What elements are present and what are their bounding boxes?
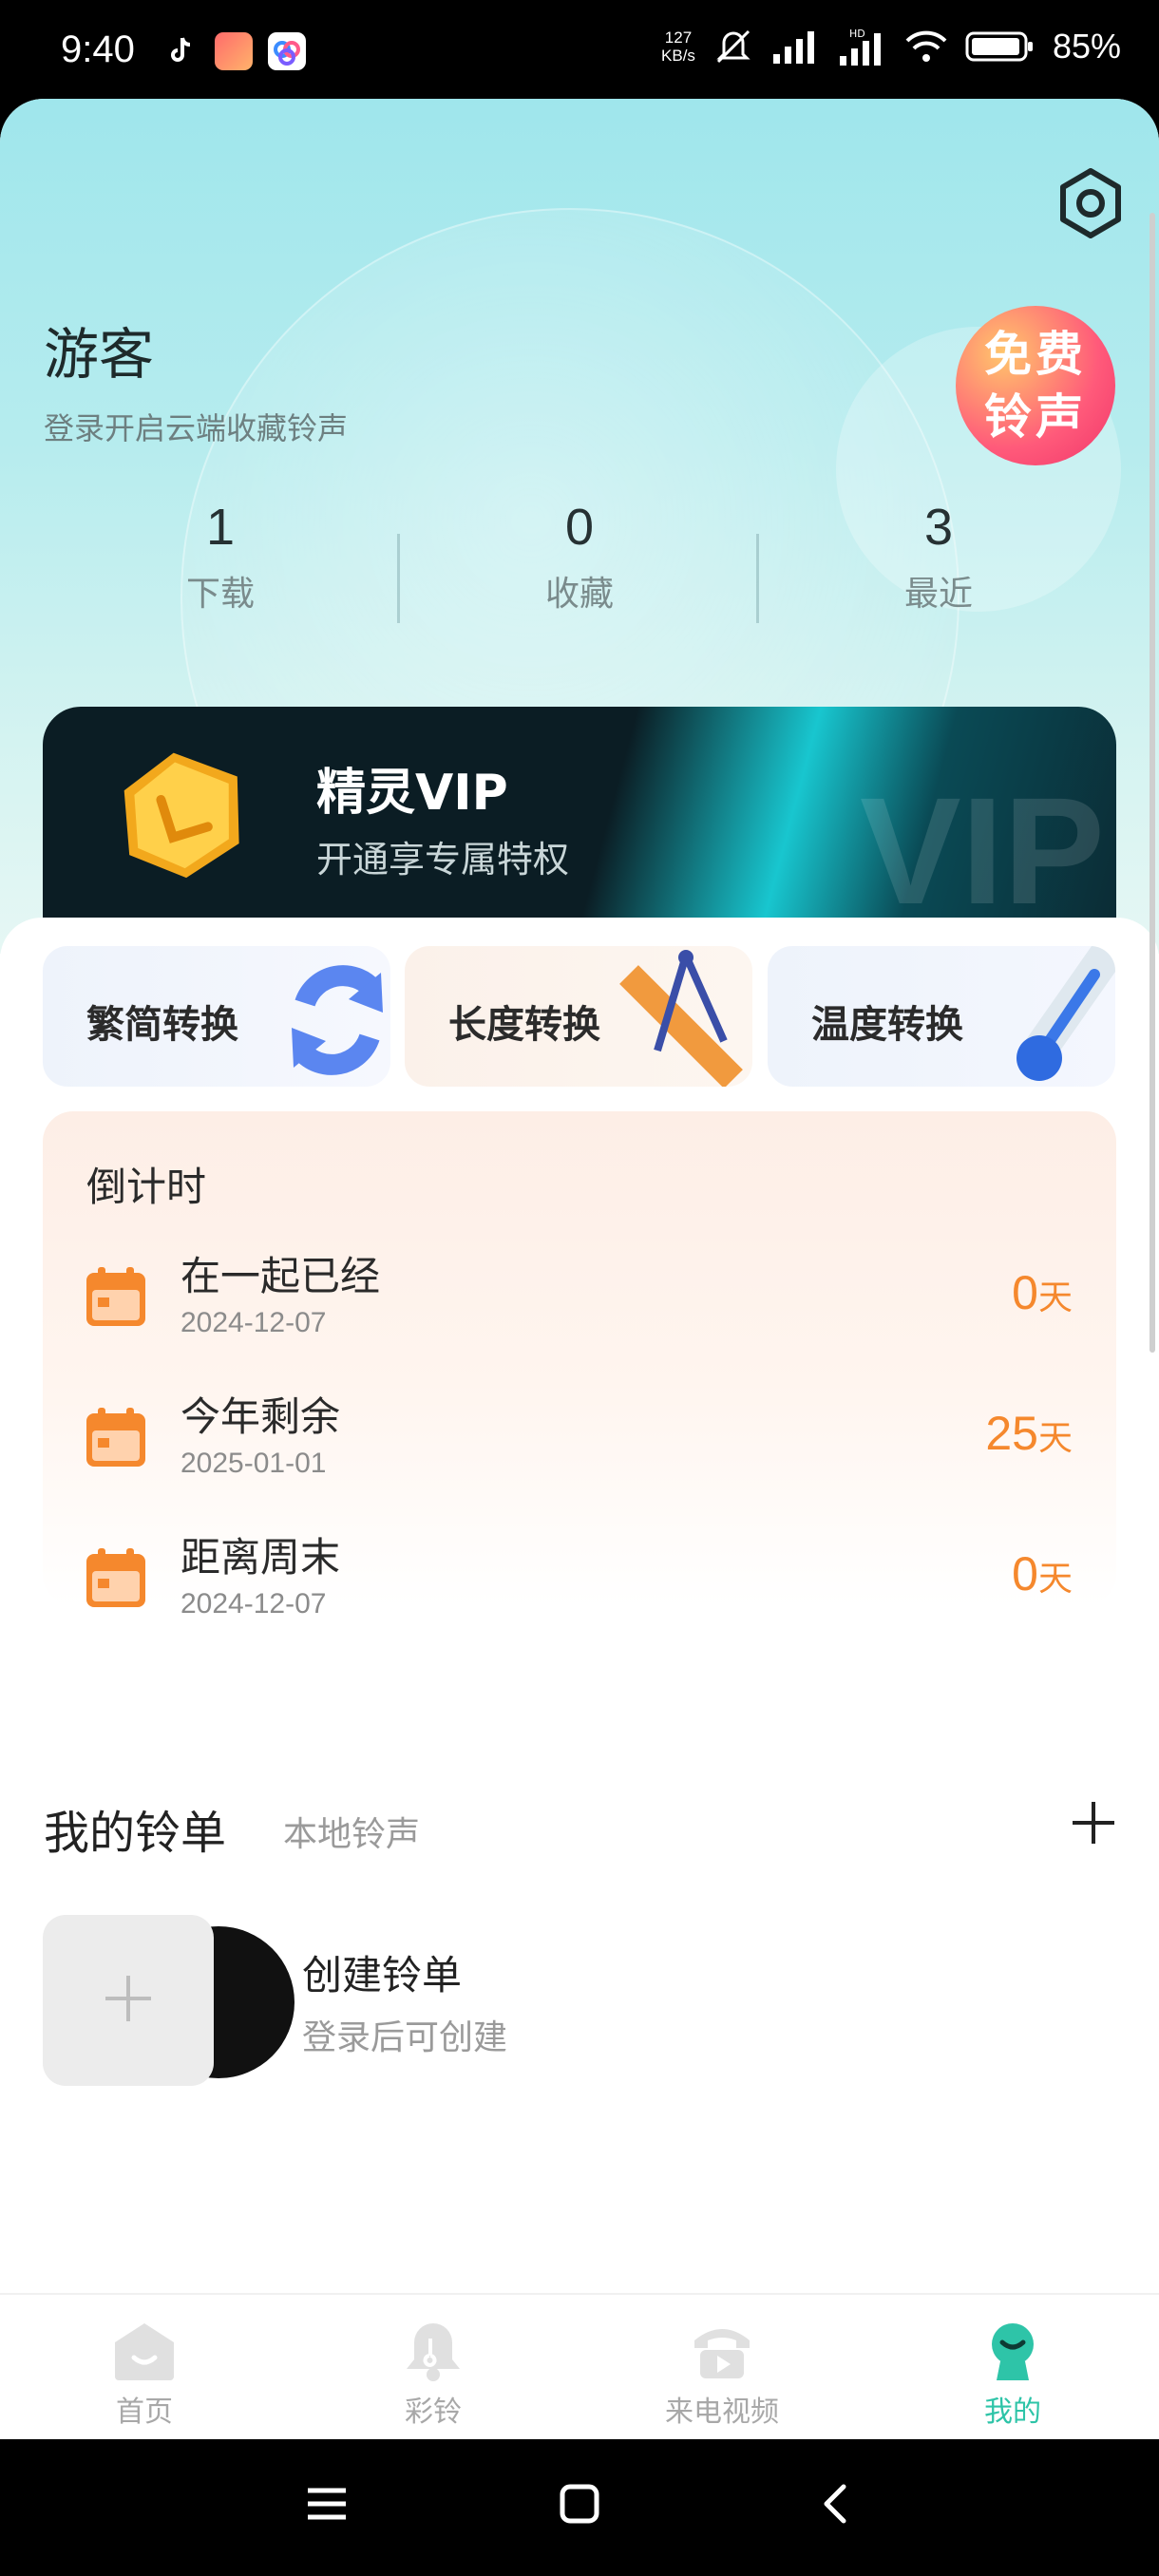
status-time: 9:40 [61,28,135,70]
tool-temperature[interactable]: 温度转换 [768,946,1115,1087]
stat-favorites[interactable]: 0 收藏 [466,498,694,616]
cloud-app-icon [268,32,306,70]
vip-title: 精灵VIP [316,765,508,822]
countdown-item[interactable]: 在一起已经 2024-12-07 0天 [43,1244,1116,1368]
free-ringtone-badge[interactable]: 免费 铃声 [956,306,1115,465]
battery-icon [965,31,1033,62]
content-sheet: 繁简转换 长度转换 温度转换 倒计时 在一起已经 2024-12-07 0天 今… [0,918,1159,2437]
game-app-icon [215,32,253,70]
thermometer-icon [1016,946,1115,1081]
battery-level: 85% [1052,27,1121,66]
username[interactable]: 游客 [44,310,154,389]
phone-video-icon [694,2329,750,2378]
tab-mine[interactable]: 我的 [918,2320,1108,2430]
stat-downloads[interactable]: 1 下载 [106,498,334,616]
svg-text:HD: HD [849,28,865,40]
plus-icon [105,1976,151,2021]
stats-divider [756,534,759,623]
net-speed: 127 KB/s [661,28,695,65]
home-icon [115,2323,174,2380]
stats-divider [397,534,400,623]
create-playlist-cover[interactable] [43,1915,214,2086]
bottom-tab-bar: 首页 彩铃 来电视频 我的 [0,2293,1159,2435]
signal-hd-icon: HD [839,28,881,66]
login-prompt[interactable]: 登录开启云端收藏铃声 [44,405,348,448]
home-square-icon[interactable] [559,2483,600,2525]
add-icon[interactable] [1070,1799,1117,1847]
ruler-compass-icon [619,950,743,1087]
create-playlist-title[interactable]: 创建铃单 [302,1943,462,2001]
profile-screen: 游客 登录开启云端收藏铃声 免费 铃声 1 下载 0 收藏 3 最近 精灵VIP 开通享… [0,99,1159,2439]
profile-icon [992,2323,1034,2380]
countdown-card: 倒计时 在一起已经 2024-12-07 0天 今年剩余 2025-01-01 … [43,1111,1116,1619]
status-bar: 9:40 127 KB/s HD 85% [0,0,1159,101]
signal-icon [772,31,814,64]
tab-home[interactable]: 首页 [49,2320,239,2430]
settings-icon[interactable] [1053,165,1129,241]
tab-ringback[interactable]: 彩铃 [338,2320,528,2430]
playlist-tab-mine[interactable]: 我的铃单 [44,1795,226,1862]
system-nav-bar [0,2439,1159,2576]
tiktok-icon [162,32,200,70]
vip-watermark: VIP [860,766,1105,936]
scrollbar[interactable] [1150,213,1155,1353]
create-playlist-subtitle: 登录后可创建 [302,2018,508,2057]
playlist-tab-local[interactable]: 本地铃声 [283,1807,420,1856]
stats-row: 1 下载 0 收藏 3 最近 [0,498,1159,640]
back-icon[interactable] [815,2483,857,2525]
stat-recent[interactable]: 3 最近 [825,498,1053,616]
calendar-icon [86,1548,145,1607]
calendar-icon [86,1408,145,1467]
menu-icon[interactable] [306,2483,348,2525]
tool-traditional-simplified[interactable]: 繁简转换 [43,946,390,1087]
countdown-heading: 倒计时 [86,1164,207,1210]
vip-subtitle: 开通享专属特权 [316,839,570,881]
countdown-item[interactable]: 距离周末 2024-12-07 0天 [43,1525,1116,1649]
wifi-icon [905,30,947,62]
calendar-icon [86,1267,145,1326]
tab-call-video[interactable]: 来电视频 [627,2320,817,2430]
countdown-item[interactable]: 今年剩余 2025-01-01 25天 [43,1385,1116,1508]
tool-length[interactable]: 长度转换 [405,946,752,1087]
refresh-icon [292,965,383,1075]
bell-icon [407,2323,460,2381]
silent-icon [716,29,750,64]
vip-coin-icon [124,752,239,879]
